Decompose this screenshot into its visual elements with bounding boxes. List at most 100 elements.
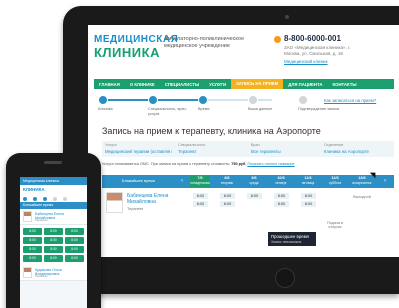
tablet-device: МЕДИЦИНСКАЯ КЛИНИКА Амбулаторно-поликлин… [63,6,399,294]
help-link[interactable]: Как записаться на прием? [324,98,376,103]
mobile-time-slot[interactable]: 8:00 [65,255,84,262]
tooltip-title: Прошедшее время [271,234,309,239]
mobile-step-dot [63,196,67,201]
price-note-link[interactable]: Показать полное название [247,162,294,166]
time-slot[interactable]: 8:00 [220,201,235,207]
address: ЗАО «Медицинская клиника», г. Москва, ул… [284,45,351,56]
filter-value[interactable]: Все терапевты [251,149,318,154]
step-dot [298,95,308,105]
mobile-doctor-avatar [23,211,32,222]
mobile-time-slot[interactable]: 8:00 [23,228,42,235]
mobile-steps [20,195,87,202]
mobile-time-slot[interactable]: 8:00 [65,237,84,244]
filter-label: Специальность [178,143,206,147]
time-slot[interactable]: 8:00 [274,201,289,207]
mobile-step-dot [33,196,37,201]
schedule-header: Ближайшее время ‹ › 7/6 понедельник 8/6 вто… [102,175,394,188]
phone-speaker [44,161,62,164]
filter-field: Отделение Клиника на Аэропорте [321,141,394,157]
mobile-topbar: Медицинская клиника [20,177,87,185]
mobile-step-dot [23,196,27,201]
progress-step: Специальность, врач, услуга [148,95,192,116]
nearest-time-label: Ближайшее время [122,179,155,183]
doctor-avatar [106,192,123,213]
price-value: 750 руб. [231,162,247,166]
mobile-time-slot[interactable]: 8:00 [65,228,84,235]
schedule-grid: Ближайшее время ‹ › 7/6 понедельник 8/6 вто… [102,175,394,257]
filter-value[interactable]: Медицинский терапии (оставляя конфиденци… [105,149,172,154]
mobile-doctor-avatar [23,267,32,278]
step-dot [248,95,258,105]
progress-step: Время [198,95,242,112]
chevron-right-icon[interactable]: › [384,178,386,184]
mobile-time-slot[interactable]: 8:00 [65,246,84,253]
time-slot[interactable]: 8:00 [193,201,208,207]
mobile-time-slot[interactable]: 8:00 [23,246,42,253]
nav-item[interactable]: КОНТАКТЫ [327,82,361,87]
nav-item[interactable]: УСЛУГИ [204,82,231,87]
price-note-text: Услуга оплачивается ОМС. При записи на п… [102,162,231,166]
time-slot[interactable]: 8:00 [301,201,316,207]
progress-steps: Клиника Специальность, врач, услуга Время В… [98,95,339,119]
filter-value[interactable]: Терапевт [178,149,245,154]
header-link[interactable]: Медицинский клиник [284,59,328,64]
doctor-card: Бабинцева Елена Михайловна Терапевт [102,190,202,250]
nav-item[interactable]: ДЛЯ ПАЦИЕНТА [283,82,327,87]
step-dot [148,95,158,105]
mobile-time-slot[interactable]: 8:00 [44,246,63,253]
filter-label: Отделение [324,143,344,147]
tablet-home-button[interactable] [275,268,295,288]
day-header[interactable]: 10/6 четверг [271,176,291,187]
day-header[interactable]: 12/6 суббота [325,176,345,187]
product-scene: МЕДИЦИНСКАЯ КЛИНИКА Амбулаторно-поликлин… [0,0,399,308]
time-slot[interactable]: 8:00 [301,193,316,199]
filter-label: Услуга [105,143,117,147]
filter-label: Врач [251,143,260,147]
tooltip-subtitle: Запись невозможна [271,240,302,244]
vacation-label: Подача в отпуске [326,221,344,229]
progress-step: Ваши данные [248,95,292,112]
nav-item[interactable]: СПЕЦИАЛИСТЫ [160,82,204,87]
phone-screen: Медицинская клиника КЛИНИКА Ближайшее вр… [20,177,87,308]
nav-item[interactable]: ГЛАВНАЯ [94,82,125,87]
day-name: воскресенье [352,181,372,185]
nav-item[interactable]: ЗАПИСЬ НА ПРИЕМ [231,79,284,89]
filter-value[interactable]: Клиника на Аэропорте [324,149,391,154]
step-dot [98,95,108,105]
day-header[interactable]: 11/6 пятница [298,176,318,187]
step-label: Ваши данные [248,107,273,111]
time-slot[interactable]: 8:00 [247,193,262,199]
time-slot[interactable]: 8:00 [220,193,235,199]
day-header[interactable]: 8/6 вторник [217,176,237,187]
tablet-screen: МЕДИЦИНСКАЯ КЛИНИКА Амбулаторно-поликлин… [88,25,399,257]
logo-line2[interactable]: КЛИНИКА [94,45,160,60]
mobile-time-slot[interactable]: 8:00 [44,255,63,262]
mobile-time-slot[interactable]: 8:00 [44,228,63,235]
day-header[interactable]: 9/6 среда [244,176,264,187]
filter-bar: Услуга Медицинский терапии (оставляя конф… [102,141,394,157]
step-label: Специальность, врач, услуга [148,107,187,116]
day-name: пятница [301,181,315,185]
filter-field: Услуга Медицинский терапии (оставляя конф… [102,141,175,157]
past-time-tooltip: Прошедшее время Запись невозможна [268,232,316,246]
tagline: Амбулаторно-поликлиническое медицинское … [164,36,245,49]
filter-field: Врач Все терапевты [248,141,321,157]
day-name: среда [249,181,259,185]
page-title: Запись на прием к терапевту, клиника на … [102,126,321,136]
mobile-time-slot[interactable]: 8:00 [23,255,42,262]
chevron-left-icon[interactable]: ‹ [181,178,183,184]
mobile-step-dot [53,196,57,201]
day-header[interactable]: 13/6 воскресенье [352,176,372,187]
nav-item[interactable]: О КЛИНИКЕ [125,82,160,87]
mobile-doctor-specialty: Терапевт [35,218,48,222]
time-slot[interactable]: 8:00 [274,193,289,199]
time-slot[interactable]: 8:00 [193,193,208,199]
step-label: Клиника [98,107,113,111]
mobile-time-slot[interactable]: 8:00 [23,237,42,244]
doctor-name[interactable]: Бабинцева Елена Михайловна [127,193,197,205]
main-nav: ГЛАВНАЯ О КЛИНИКЕ СПЕЦИАЛИСТЫ УСЛУГИ ЗАПИСЬ … [94,79,394,89]
mobile-time-slot[interactable]: 8:00 [44,237,63,244]
mobile-slots: 8:00 8:00 8:00 8:00 8:00 8:00 8:00 8:00 8:00 8:00… [20,225,87,265]
mobile-logo[interactable]: КЛИНИКА [20,185,87,195]
day-header[interactable]: 7/6 понедельник [190,176,210,187]
